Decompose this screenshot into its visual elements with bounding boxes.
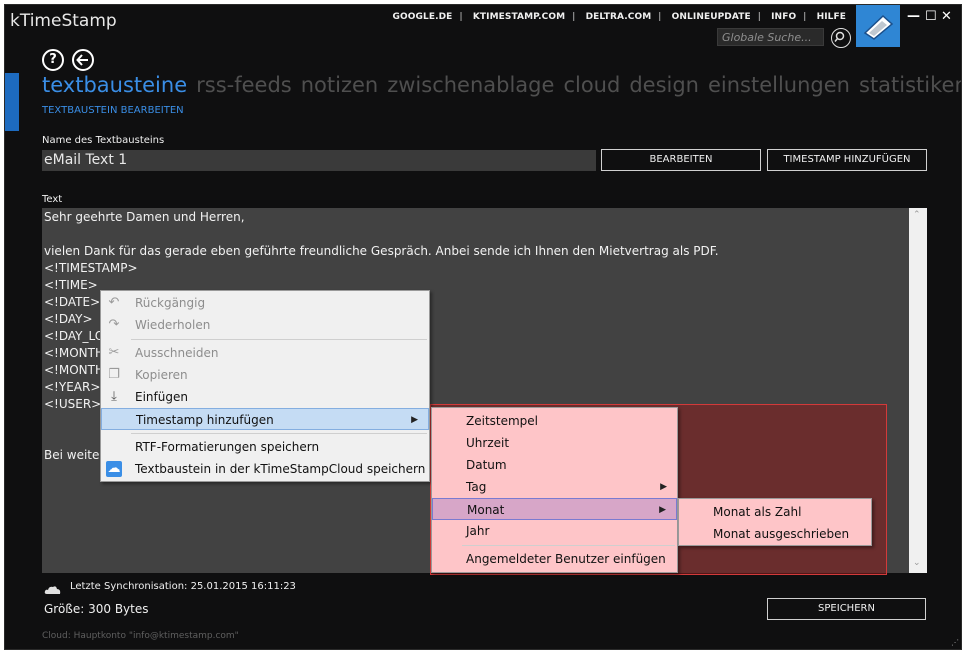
scroll-up-icon[interactable]: ⌃: [913, 210, 921, 220]
tab-rss-feeds[interactable]: rss-feeds: [196, 73, 292, 97]
text-line: <!DAY>: [44, 312, 93, 326]
menu-item-add-timestamp[interactable]: Timestamp hinzufügen ▶: [101, 408, 429, 430]
text-line: <!MONTH: [44, 346, 104, 360]
tab-design[interactable]: design: [629, 73, 699, 97]
timestamp-submenu: Zeitstempel Uhrzeit Datum Tag ▶ Monat ▶ Ja…: [431, 407, 678, 573]
close-icon[interactable]: ✕: [941, 9, 952, 24]
menu-item-save-cloud[interactable]: ☁ Textbaustein in der kTimeStampCloud spe…: [101, 458, 429, 480]
text-line: vielen Dank für das gerade eben geführte…: [44, 244, 719, 258]
scissors-icon: ✂: [108, 345, 120, 360]
help-icon[interactable]: ?: [42, 49, 64, 71]
month-submenu: Monat als Zahl Monat ausgeschrieben: [678, 498, 872, 546]
link-ktimestamp[interactable]: KTIMESTAMP.COM: [473, 12, 565, 22]
submenu-item-uhrzeit[interactable]: Uhrzeit: [432, 432, 677, 454]
menu-item-cut[interactable]: ✂ Ausschneiden: [101, 342, 429, 364]
context-menu: ↶ Rückgängig ↷ Wiederholen ✂ Ausschneiden ❐…: [100, 290, 430, 482]
text-line: <!TIMESTAMP>: [44, 261, 138, 275]
submenu-arrow-icon: ▶: [659, 505, 666, 515]
menu-item-paste[interactable]: ⤓ Einfügen: [101, 386, 429, 408]
redo-icon: ↷: [108, 317, 120, 332]
link-deltra[interactable]: DELTRA.COM: [586, 12, 652, 22]
scroll-down-icon[interactable]: ⌄: [913, 558, 921, 568]
link-google[interactable]: GOOGLE.DE: [393, 12, 453, 22]
text-line: Sehr geehrte Damen und Herren,: [44, 210, 245, 224]
resize-grip-icon[interactable]: ⋰: [951, 638, 959, 647]
menu-item-redo[interactable]: ↷ Wiederholen: [101, 314, 429, 336]
submenu-item-datum[interactable]: Datum: [432, 454, 677, 476]
text-line: <!USER>: [44, 397, 102, 411]
save-button[interactable]: SPEICHERN: [767, 598, 926, 620]
link-hilfe[interactable]: HILFE: [817, 12, 846, 22]
link-onlineupdate[interactable]: ONLINEUPDATE: [672, 12, 751, 22]
text-line: <!MONTH: [44, 363, 104, 377]
tab-textbausteine[interactable]: textbausteine: [42, 73, 187, 97]
paste-icon: ⤓: [111, 389, 117, 404]
page-subtitle: TEXTBAUSTEIN BEARBEITEN: [42, 105, 184, 116]
cloud-icon: [44, 580, 62, 599]
main-nav: textbausteine rss-feeds notizen zwischenabl…: [42, 73, 961, 97]
name-field[interactable]: eMail Text 1: [42, 150, 596, 171]
edit-button[interactable]: BEARBEITEN: [601, 149, 761, 171]
undo-icon: ↶: [108, 295, 120, 310]
submenu-item-month-written[interactable]: Monat ausgeschrieben: [679, 523, 871, 545]
tab-zwischenablage[interactable]: zwischenablage: [387, 73, 554, 97]
minimize-icon[interactable]: —: [907, 9, 920, 24]
cloud-account: Cloud: Hauptkonto "info@ktimestamp.com": [42, 631, 239, 641]
submenu-item-user[interactable]: Angemeldeter Benutzer einfügen: [432, 548, 677, 570]
menu-item-copy[interactable]: ❐ Kopieren: [101, 364, 429, 386]
search-icon[interactable]: [831, 28, 851, 48]
accent-bar: [5, 73, 19, 131]
menu-item-undo[interactable]: ↶ Rückgängig: [101, 292, 429, 314]
text-line: <!YEAR>: [44, 380, 101, 394]
submenu-item-tag[interactable]: Tag ▶: [432, 476, 677, 498]
name-label: Name des Textbausteins: [42, 135, 165, 146]
submenu-item-zeitstempel[interactable]: Zeitstempel: [432, 410, 677, 432]
text-line: <!DATE>: [44, 295, 101, 309]
submenu-item-monat[interactable]: Monat ▶: [432, 498, 677, 520]
add-timestamp-button[interactable]: TIMESTAMP HINZUFÜGEN: [767, 149, 927, 171]
app-logo-icon: [856, 5, 900, 47]
copy-icon: ❐: [108, 367, 120, 382]
maximize-icon[interactable]: ☐: [925, 9, 937, 24]
text-line: <!TIME>: [44, 278, 98, 292]
submenu-item-month-number[interactable]: Monat als Zahl: [679, 501, 871, 523]
scrollbar[interactable]: ⌃ ⌄: [909, 208, 927, 573]
sync-status: Letzte Synchronisation: 25.01.2015 16:11…: [70, 581, 296, 592]
submenu-arrow-icon: ▶: [660, 482, 667, 492]
link-info[interactable]: INFO: [771, 12, 796, 22]
text-line: Bei weiter: [44, 448, 105, 462]
submenu-item-jahr[interactable]: Jahr: [432, 520, 677, 542]
tab-statistiken[interactable]: statistiken: [859, 73, 961, 97]
back-arrow-icon[interactable]: [72, 49, 94, 71]
menu-item-save-rtf[interactable]: RTF-Formatierungen speichern: [101, 436, 429, 458]
size-info: Größe: 300 Bytes: [44, 602, 149, 616]
app-window: kTimeStamp GOOGLE.DE | KTIMESTAMP.COM | DE…: [4, 4, 962, 650]
tab-einstellungen[interactable]: einstellungen: [708, 73, 850, 97]
top-links: GOOGLE.DE | KTIMESTAMP.COM | DELTRA.COM | O…: [392, 12, 846, 22]
text-label: Text: [42, 194, 63, 205]
tab-notizen[interactable]: notizen: [301, 73, 378, 97]
app-title: kTimeStamp: [10, 11, 117, 31]
cloud-upload-icon: ☁: [106, 461, 122, 477]
text-line: <!DAY_LO: [44, 329, 105, 343]
submenu-arrow-icon: ▶: [411, 415, 418, 425]
global-search-input[interactable]: Globale Suche...: [717, 28, 824, 46]
tab-cloud[interactable]: cloud: [563, 73, 620, 97]
